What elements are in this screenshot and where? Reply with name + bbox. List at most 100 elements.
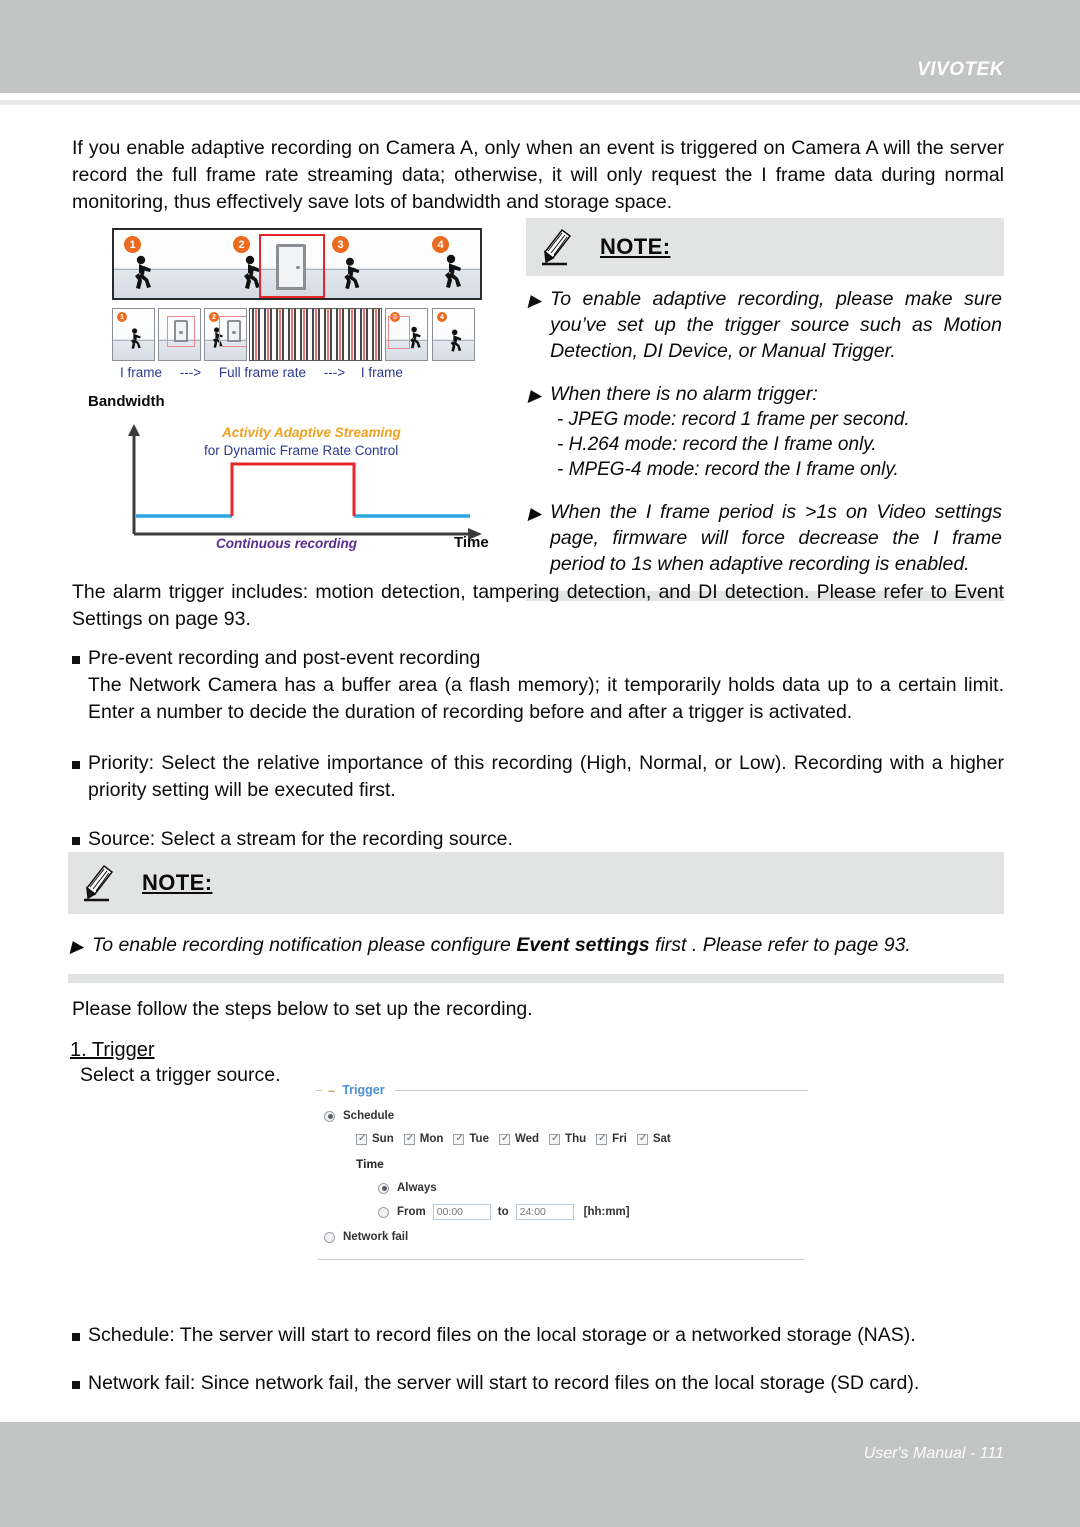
- schedule-radio[interactable]: [324, 1110, 335, 1122]
- pencil-icon: [84, 864, 114, 902]
- network-fail-label: Network fail: [343, 1231, 409, 1243]
- bullet-source: Source: Select a stream for the recordin…: [72, 826, 1004, 853]
- time-axis-label: Time: [454, 534, 489, 551]
- note2-text-after: first . Please refer to page 93.: [649, 934, 911, 956]
- panel-bottom-rule: [318, 1259, 804, 1260]
- day-tue-label: Tue: [469, 1133, 489, 1145]
- day-sat-label: Sat: [652, 1133, 671, 1145]
- pencil-icon: [542, 228, 572, 266]
- note-item-2: ▶ When there is no alarm trigger:: [528, 381, 1002, 407]
- bullet-network-fail-text: Network fail: Since network fail, the se…: [88, 1372, 920, 1394]
- day-sat-checkbox[interactable]: [636, 1133, 648, 1145]
- note-title: NOTE:: [600, 234, 671, 259]
- thumbnail-2: [158, 308, 201, 361]
- triangle-bullet-icon: ▶: [528, 504, 542, 523]
- day-fri[interactable]: Fri: [596, 1133, 627, 1145]
- note2-text: To enable recording notification please …: [92, 932, 911, 958]
- bullet-priority-text: Priority: Select the relative importance…: [88, 752, 1004, 801]
- continuous-recording-label: Continuous recording: [216, 536, 357, 551]
- step1-heading: 1. Trigger: [70, 1039, 155, 1061]
- thumbnail-5: 4: [432, 308, 475, 361]
- square-bullet-icon: [72, 656, 80, 664]
- dynamic-frame-rate-label: for Dynamic Frame Rate Control: [204, 443, 399, 458]
- bullet-pre-post-event: Pre-event recording and post-event recor…: [72, 645, 1004, 672]
- day-sun-checkbox[interactable]: [356, 1133, 367, 1145]
- note-item-3: ▶ When the I frame period is >1s on Vide…: [528, 499, 1002, 577]
- label-i-frame-right: I frame: [360, 365, 403, 380]
- time-section-label: Time: [356, 1157, 384, 1171]
- steps-intro-paragraph: Please follow the steps below to set up …: [72, 998, 533, 1020]
- note-item-1: ▶ To enable adaptive recording, please m…: [528, 286, 1002, 364]
- note2-text-bold: Event settings: [516, 934, 650, 956]
- burst-stripes: [250, 309, 381, 360]
- day-sun[interactable]: Sun: [356, 1133, 394, 1145]
- to-label: to: [497, 1206, 509, 1218]
- runner-figure-1: [135, 255, 151, 289]
- bullet-priority: Priority: Select the relative importance…: [72, 750, 1004, 804]
- note-box-recording-notification: NOTE: ▶ To enable recording notification…: [68, 852, 1004, 983]
- note2-item: ▶ To enable recording notification pleas…: [70, 932, 1002, 958]
- day-tue-checkbox[interactable]: [453, 1133, 465, 1145]
- scene-badge-3: 3: [332, 236, 349, 253]
- day-thu[interactable]: Thu: [549, 1133, 586, 1145]
- note-body: ▶ To enable adaptive recording, please m…: [526, 276, 1004, 583]
- thumbnail-3: 2: [204, 308, 247, 361]
- always-label: Always: [397, 1182, 437, 1194]
- day-fri-checkbox[interactable]: [596, 1133, 608, 1145]
- bullet-pre-post-event-head: Pre-event recording and post-event recor…: [88, 647, 481, 669]
- full-frame-rate-burst: [249, 308, 382, 361]
- note-sub-mpeg4: - MPEG-4 mode: record the I frame only.: [557, 459, 899, 480]
- header-divider: [0, 100, 1080, 105]
- thumb-runner-3: [410, 326, 421, 349]
- from-radio[interactable]: [378, 1206, 389, 1218]
- note2-header: NOTE:: [68, 852, 1004, 914]
- to-time-input[interactable]: [515, 1204, 574, 1220]
- square-bullet-icon: [72, 761, 80, 769]
- trigger-zone-highlight: [259, 234, 325, 298]
- label-arrow-2: --->: [323, 365, 346, 380]
- triangle-bullet-icon: ▶: [528, 291, 542, 310]
- from-radio-row[interactable]: From to [hh:mm]: [378, 1204, 808, 1220]
- day-wed[interactable]: Wed: [498, 1133, 539, 1145]
- always-radio-row[interactable]: Always: [378, 1182, 808, 1194]
- schedule-radio-row[interactable]: Schedule: [324, 1110, 808, 1122]
- thumb-badge-4: 4: [437, 312, 447, 322]
- adaptive-recording-diagram: 1 2 3 4 1 2 3 4 I frame ---> Full frame …: [72, 218, 512, 568]
- square-bullet-icon: [72, 837, 80, 845]
- day-sun-label: Sun: [372, 1133, 394, 1145]
- thumb-runner-4: [450, 329, 462, 352]
- note2-title: NOTE:: [142, 870, 213, 895]
- day-mon-label: Mon: [419, 1133, 444, 1145]
- thumb-badge-1: 1: [117, 312, 127, 322]
- network-fail-radio-row[interactable]: Network fail: [324, 1231, 808, 1243]
- step1-description: Select a trigger source.: [80, 1064, 281, 1086]
- alarm-trigger-paragraph: The alarm trigger includes: motion detec…: [72, 581, 1004, 630]
- from-time-input[interactable]: [432, 1204, 491, 1220]
- legend-rule-left: [316, 1089, 322, 1091]
- day-thu-checkbox[interactable]: [549, 1133, 561, 1145]
- camera-scene: 1 2 3 4: [112, 228, 482, 300]
- day-thu-label: Thu: [565, 1133, 587, 1145]
- footer-manual-page: User's Manual - 111: [863, 1445, 1004, 1462]
- note-sub-jpeg: - JPEG mode: record 1 frame per second.: [557, 409, 910, 430]
- network-fail-radio[interactable]: [324, 1231, 335, 1243]
- scene-badge-2: 2: [233, 236, 250, 253]
- thumbnail-4: 3: [385, 308, 428, 361]
- note-box-adaptive-recording: NOTE: ▶ To enable adaptive recording, pl…: [526, 218, 1004, 601]
- day-wed-checkbox[interactable]: [498, 1133, 510, 1145]
- legend-rule: [394, 1089, 808, 1091]
- thumb-runner-1: [130, 328, 141, 349]
- day-sat[interactable]: Sat: [636, 1133, 671, 1145]
- always-radio[interactable]: [378, 1182, 389, 1194]
- note-item-1-text: To enable adaptive recording, please mak…: [550, 288, 1002, 362]
- bullet-schedule: Schedule: The server will start to recor…: [72, 1322, 1004, 1349]
- triangle-bullet-icon: ▶: [528, 386, 542, 405]
- day-mon-checkbox[interactable]: [403, 1133, 415, 1145]
- day-mon[interactable]: Mon: [403, 1133, 444, 1145]
- day-tue[interactable]: Tue: [453, 1133, 489, 1145]
- bandwidth-time-chart: Activity Adaptive Streaming for Dynamic …: [102, 416, 502, 556]
- note-sub-h264: - H.264 mode: record the I frame only.: [557, 434, 877, 455]
- minus-icon[interactable]: –: [328, 1084, 335, 1097]
- thumb-highlight-2: [167, 316, 195, 347]
- note2-text-before: To enable recording notification please …: [92, 934, 517, 956]
